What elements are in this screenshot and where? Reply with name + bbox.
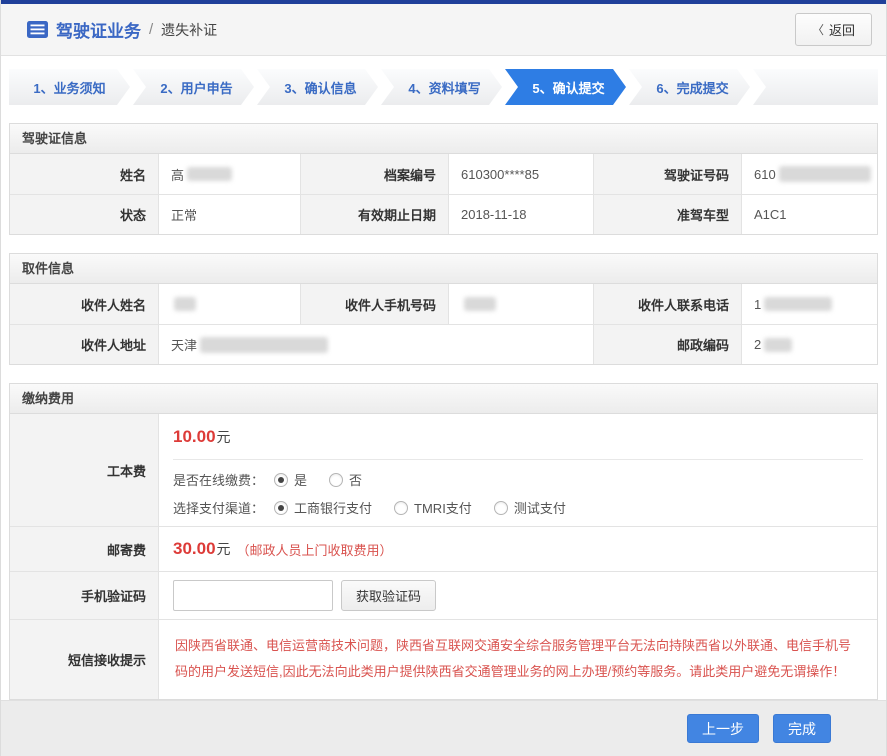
radio-label: 测试支付 [514,498,566,517]
field-label-license-number: 驾驶证号码 [593,154,741,194]
section-title-fees: 缴纳费用 [10,384,877,414]
footer-bar: 上一步 完成 [1,700,886,756]
sms-notice-text: 因陕西省联通、电信运营商技术问题，陕西省互联网交通安全综合服务管理平台无法向持陕… [173,620,863,698]
field-label-recipient-address: 收件人地址 [10,324,158,364]
sms-code-content: 获取验证码 [158,571,877,619]
fees-table: 工本费 10.00元 是否在线缴费： 是 否 [10,414,877,699]
section-title-license: 驾驶证信息 [10,124,877,154]
sms-notice-content: 因陕西省联通、电信运营商技术问题，陕西省互联网交通安全综合服务管理平台无法向持陕… [158,619,877,699]
license-business-icon [27,21,48,38]
back-button[interactable]: 〈 返回 [795,13,872,46]
field-value-vehicle-class: A1C1 [741,194,877,234]
production-fee-content: 10.00元 是否在线缴费： 是 否 选择支付渠道： [158,414,877,526]
redacted-value [200,337,328,353]
license-table: 姓名 高 档案编号 610300****85 驾驶证号码 610 状态 正常 有… [10,154,877,234]
mail-fee-note: （邮政人员上门收取费用） [237,540,393,559]
radio-channel-tmri[interactable]: TMRI支付 [394,498,472,517]
radio-online-yes[interactable]: 是 [274,470,307,489]
production-fee-amount: 10.00元 [173,414,863,447]
step-3[interactable]: 3、确认信息 [257,69,378,105]
redacted-value [187,167,232,181]
section-license-info: 驾驶证信息 姓名 高 档案编号 610300****85 驾驶证号码 610 状… [9,123,878,235]
payment-channel-question-row: 选择支付渠道： 工商银行支付 TMRI支付 测试支付 [173,498,863,517]
field-value-recipient-name [158,284,300,324]
step-indicator: 1、业务须知 2、用户申告 3、确认信息 4、资料填写 5、确认提交 6、完成提… [9,69,878,105]
field-label-recipient-phone: 收件人联系电话 [593,284,741,324]
back-label: 返回 [829,20,855,39]
field-value-postal-code: 2 [741,324,877,364]
field-value-expiry-date: 2018-11-18 [448,194,593,234]
amount-value: 30.00 [173,539,216,559]
field-label-status: 状态 [10,194,158,234]
step-5[interactable]: 5、确认提交 [505,69,626,105]
breadcrumb-separator: / [149,21,153,38]
section-fees: 缴纳费用 工本费 10.00元 是否在线缴费： 是 否 [9,383,878,700]
app-title: 驾驶证业务 [56,17,141,42]
field-label-vehicle-class: 准驾车型 [593,194,741,234]
radio-button-icon [274,501,288,515]
field-value-name: 高 [158,154,300,194]
field-label-sms-notice: 短信接收提示 [10,619,158,699]
get-code-button[interactable]: 获取验证码 [341,580,436,611]
radio-button-icon [329,473,343,487]
field-label-file-number: 档案编号 [300,154,448,194]
amount-unit: 元 [217,429,231,445]
redacted-value [779,166,871,182]
redacted-value [174,297,196,311]
section-title-pickup: 取件信息 [10,254,877,284]
breadcrumb-current: 遗失补证 [161,20,217,40]
finish-button[interactable]: 完成 [773,714,831,743]
step-4[interactable]: 4、资料填写 [381,69,502,105]
radio-label: TMRI支付 [414,498,472,517]
field-value-file-number: 610300****85 [448,154,593,194]
amount-value: 10.00 [173,427,216,446]
step-bar-filler [753,69,878,105]
header: 驾驶证业务 / 遗失补证 〈 返回 [1,4,886,56]
field-label-recipient-mobile: 收件人手机号码 [300,284,448,324]
field-label-production-fee: 工本费 [10,414,158,526]
field-value-recipient-address: 天津 [158,324,593,364]
radio-label: 否 [349,470,362,489]
field-label-sms-code: 手机验证码 [10,571,158,619]
breadcrumb: 驾驶证业务 / 遗失补证 [27,17,217,42]
radio-button-icon [274,473,288,487]
step-1[interactable]: 1、业务须知 [9,69,130,105]
field-value-status: 正常 [158,194,300,234]
radio-button-icon [494,501,508,515]
step-6[interactable]: 6、完成提交 [629,69,750,105]
pickup-table: 收件人姓名 收件人手机号码 收件人联系电话 1 收件人地址 天津 邮政编码 2 [10,284,877,364]
section-pickup-info: 取件信息 收件人姓名 收件人手机号码 收件人联系电话 1 收件人地址 天津 邮政… [9,253,878,365]
radio-button-icon [394,501,408,515]
field-label-name: 姓名 [10,154,158,194]
field-label-expiry-date: 有效期止日期 [300,194,448,234]
amount-unit: 元 [217,539,231,559]
sms-code-input[interactable] [173,580,333,611]
field-label-recipient-name: 收件人姓名 [10,284,158,324]
field-value-license-number: 610 [741,154,877,194]
redacted-value [764,338,792,352]
chevron-left-icon: 〈 [812,21,824,38]
radio-channel-icbc[interactable]: 工商银行支付 [274,498,372,517]
field-value-recipient-phone: 1 [741,284,877,324]
field-label-postal-code: 邮政编码 [593,324,741,364]
payment-channel-question: 选择支付渠道： [173,498,264,517]
redacted-value [464,297,496,311]
field-value-recipient-mobile [448,284,593,324]
divider [173,459,863,460]
online-payment-question: 是否在线缴费： [173,470,264,489]
radio-online-no[interactable]: 否 [329,470,362,489]
mail-fee-content: 30.00元 （邮政人员上门收取费用） [158,526,877,571]
page: 驾驶证业务 / 遗失补证 〈 返回 1、业务须知 2、用户申告 3、确认信息 4… [0,0,887,756]
step-2[interactable]: 2、用户申告 [133,69,254,105]
radio-label: 工商银行支付 [294,498,372,517]
previous-step-button[interactable]: 上一步 [687,714,759,743]
field-label-mail-fee: 邮寄费 [10,526,158,571]
redacted-value [764,297,832,311]
radio-label: 是 [294,470,307,489]
online-payment-question-row: 是否在线缴费： 是 否 [173,470,863,489]
radio-channel-test[interactable]: 测试支付 [494,498,566,517]
